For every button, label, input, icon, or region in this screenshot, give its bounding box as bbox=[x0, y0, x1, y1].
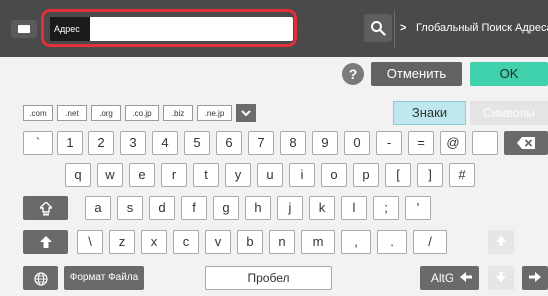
key[interactable]: 7 bbox=[248, 131, 274, 155]
key[interactable]: 9 bbox=[312, 131, 338, 155]
globe-icon bbox=[33, 272, 48, 286]
key[interactable]: x bbox=[141, 230, 167, 254]
cancel-button[interactable]: Отменить bbox=[371, 62, 462, 86]
address-label: Адрес bbox=[50, 17, 90, 41]
key[interactable]: p bbox=[353, 163, 379, 187]
arrow-left-icon bbox=[460, 272, 472, 282]
key[interactable]: y bbox=[225, 163, 251, 187]
help-button[interactable]: ? bbox=[342, 63, 364, 85]
key[interactable]: , bbox=[341, 230, 371, 254]
key[interactable]: # bbox=[449, 163, 475, 187]
backspace-button[interactable] bbox=[504, 131, 548, 155]
key[interactable] bbox=[472, 131, 498, 155]
key[interactable]: h bbox=[245, 196, 271, 220]
key[interactable]: g bbox=[213, 196, 239, 220]
key[interactable]: 5 bbox=[184, 131, 210, 155]
key[interactable]: j bbox=[277, 196, 303, 220]
key[interactable]: b bbox=[237, 230, 263, 254]
key[interactable]: c bbox=[173, 230, 199, 254]
key[interactable]: v bbox=[205, 230, 231, 254]
key[interactable]: 1 bbox=[57, 131, 83, 155]
key[interactable]: ' bbox=[405, 196, 431, 220]
domain-key[interactable]: .net bbox=[57, 105, 87, 121]
key[interactable]: ; bbox=[373, 196, 399, 220]
file-format-button[interactable]: Формат Файла bbox=[64, 266, 144, 290]
domain-key[interactable]: .co.jp bbox=[125, 105, 159, 121]
key[interactable]: 2 bbox=[88, 131, 114, 155]
cursor-down-button[interactable] bbox=[488, 266, 514, 290]
keyboard-screen: Адрес > Глобальный Поиск Адреса ? Отменит… bbox=[0, 0, 548, 296]
chevron-down-icon bbox=[241, 110, 251, 117]
more-domains-button[interactable] bbox=[236, 104, 256, 122]
backspace-icon bbox=[517, 137, 535, 149]
arrow-up-icon bbox=[496, 236, 506, 246]
key[interactable]: f bbox=[181, 196, 207, 220]
key[interactable]: m bbox=[301, 230, 335, 254]
top-bar: Адрес > Глобальный Поиск Адреса bbox=[0, 0, 548, 57]
domain-key[interactable]: .ne.jp bbox=[197, 105, 232, 121]
key[interactable]: 8 bbox=[280, 131, 306, 155]
domain-key[interactable]: .biz bbox=[163, 105, 193, 121]
key[interactable]: a bbox=[85, 196, 111, 220]
characters-mode-tab[interactable]: Знаки bbox=[393, 101, 466, 125]
ok-button[interactable]: OK bbox=[470, 62, 548, 86]
search-icon bbox=[371, 21, 386, 36]
key[interactable]: / bbox=[413, 230, 447, 254]
cursor-up-button[interactable] bbox=[488, 230, 514, 254]
language-button[interactable] bbox=[23, 266, 58, 290]
divider bbox=[394, 10, 395, 48]
key[interactable]: r bbox=[161, 163, 187, 187]
key[interactable]: u bbox=[257, 163, 283, 187]
key[interactable]: . bbox=[377, 230, 407, 254]
key[interactable]: w bbox=[97, 163, 123, 187]
cursor-left-button[interactable] bbox=[453, 266, 479, 290]
key[interactable]: ` bbox=[23, 131, 53, 155]
domain-key[interactable]: .com bbox=[23, 105, 53, 121]
key[interactable]: @ bbox=[440, 131, 466, 155]
key[interactable]: q bbox=[65, 163, 91, 187]
keyboard-icon bbox=[18, 25, 30, 33]
space-button[interactable]: Пробел bbox=[205, 266, 332, 290]
key[interactable]: i bbox=[289, 163, 315, 187]
shift-arrow-up-icon bbox=[39, 236, 52, 248]
key[interactable]: t bbox=[193, 163, 219, 187]
key[interactable]: [ bbox=[385, 163, 411, 187]
key[interactable]: n bbox=[269, 230, 295, 254]
search-button[interactable] bbox=[364, 14, 392, 42]
arrow-down-icon bbox=[496, 272, 506, 282]
caps-lock-icon bbox=[39, 202, 52, 216]
key[interactable]: e bbox=[129, 163, 155, 187]
arrow-right-icon bbox=[529, 272, 541, 282]
key[interactable]: s bbox=[117, 196, 143, 220]
keyboard-toggle-button[interactable] bbox=[11, 20, 37, 38]
key[interactable]: o bbox=[321, 163, 347, 187]
shift-button[interactable] bbox=[23, 230, 68, 254]
key[interactable]: l bbox=[341, 196, 367, 220]
key[interactable]: d bbox=[149, 196, 175, 220]
symbols-mode-tab[interactable]: Символы bbox=[470, 101, 548, 125]
key[interactable]: 0 bbox=[344, 131, 370, 155]
key[interactable]: 6 bbox=[216, 131, 242, 155]
key[interactable]: ] bbox=[417, 163, 443, 187]
caps-lock-button[interactable] bbox=[23, 196, 68, 220]
global-address-search-button[interactable]: > Глобальный Поиск Адреса bbox=[400, 14, 548, 42]
chevron-right-icon: > bbox=[400, 22, 407, 34]
key[interactable]: \ bbox=[77, 230, 103, 254]
key[interactable]: z bbox=[109, 230, 135, 254]
key[interactable]: - bbox=[376, 131, 402, 155]
key[interactable]: k bbox=[309, 196, 335, 220]
global-search-label: Глобальный Поиск Адреса bbox=[416, 22, 548, 34]
key[interactable]: 4 bbox=[152, 131, 178, 155]
key[interactable]: = bbox=[408, 131, 434, 155]
key[interactable]: 3 bbox=[120, 131, 146, 155]
domain-key[interactable]: .org bbox=[91, 105, 121, 121]
cursor-right-button[interactable] bbox=[522, 266, 548, 290]
